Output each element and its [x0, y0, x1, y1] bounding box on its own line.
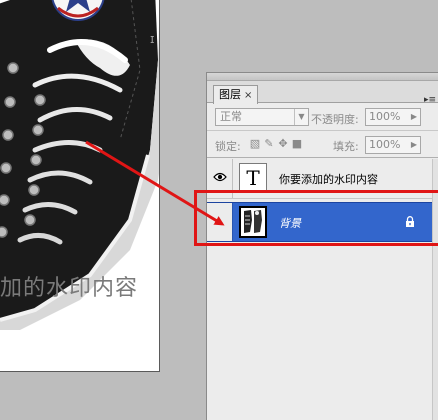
lock-all-icon[interactable]: ■: [291, 138, 303, 150]
eye-icon: [213, 172, 227, 182]
watermark-text: 加的水印内容: [0, 276, 139, 301]
fill-label: 填充:: [333, 140, 359, 153]
lock-position-icon[interactable]: ✥: [277, 138, 289, 150]
fill-field[interactable]: 100% ▶: [365, 136, 421, 154]
lock-label: 锁定:: [215, 140, 241, 153]
panel-tab-bar: 图层 × ▸≡: [207, 81, 438, 105]
lock-options-row: 锁定: ▧ ✎ ✥ ■ 填充: 100% ▶: [207, 132, 438, 158]
chevron-down-icon: ▼: [294, 109, 308, 125]
opacity-field[interactable]: 100% ▶: [365, 108, 421, 126]
chevron-right-icon[interactable]: ▶: [408, 109, 420, 125]
blend-mode-value: 正常: [220, 110, 242, 123]
text-layer-thumbnail: T: [239, 163, 267, 193]
chevron-right-icon[interactable]: ▶: [408, 137, 420, 153]
blend-mode-select[interactable]: 正常 ▼: [215, 108, 309, 126]
layer-name[interactable]: 你要添加的水印内容: [279, 171, 378, 187]
blend-options-row: 正常 ▼ 不透明度: 100% ▶: [207, 104, 438, 131]
opacity-value: 100%: [369, 110, 401, 123]
tab-layers[interactable]: 图层 ×: [213, 85, 259, 105]
stray-glyph: ɪ: [150, 32, 155, 46]
layers-panel: 图层 × ▸≡ 正常 ▼ 不透明度: 100% ▶ 锁定: ▧ ✎ ✥ ■ 填充:…: [206, 72, 438, 420]
annotation-highlight-box: [194, 190, 438, 246]
fill-value: 100%: [369, 138, 401, 151]
lock-pixels-icon[interactable]: ✎: [263, 138, 275, 150]
close-icon[interactable]: ×: [244, 87, 252, 105]
document-canvas[interactable]: 加的水印内容: [0, 0, 160, 372]
lock-transparency-icon[interactable]: ▧: [249, 138, 261, 150]
watermark-clip: 加的水印内容: [0, 0, 159, 371]
panel-titlebar[interactable]: [207, 73, 438, 81]
opacity-label: 不透明度:: [311, 113, 359, 126]
tab-layers-label: 图层: [219, 88, 241, 101]
